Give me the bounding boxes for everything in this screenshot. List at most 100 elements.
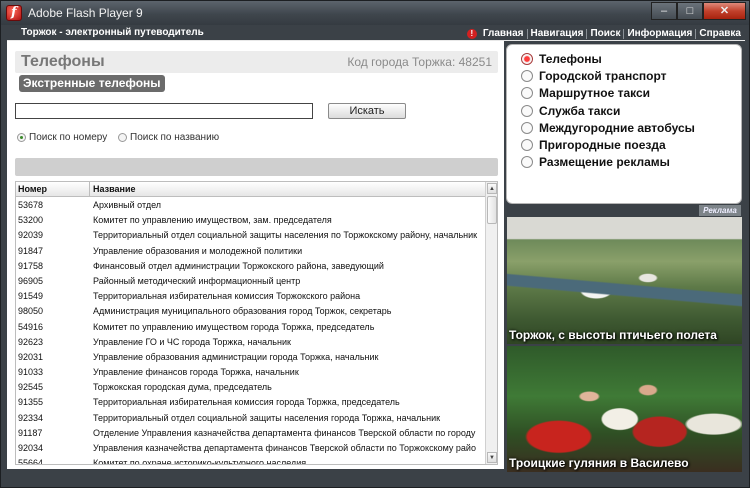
phone-number: 98050 [18, 306, 44, 317]
table-row[interactable]: 91187 Отделение Управления казначейства д… [16, 426, 486, 441]
radio-label: Поиск по названию [130, 132, 220, 143]
table-row[interactable]: 53678 Архивный отдел [16, 198, 486, 213]
bottom-frame [1, 477, 749, 487]
table-row[interactable]: 91758 Финансовый отдел администрации Торж… [16, 259, 486, 274]
menu-item[interactable]: Телефоны [521, 52, 602, 66]
radio-search-by-name[interactable]: Поиск по названию [118, 132, 219, 143]
table-row[interactable]: 91549 Территориальная избирательная комис… [16, 289, 486, 304]
menu-item-label: Телефоны [539, 52, 602, 66]
menu-item[interactable]: Пригородные поезда [521, 138, 666, 152]
page-title: Телефоны [21, 53, 105, 70]
nav-divider [623, 28, 625, 39]
nav-navigation[interactable]: Навигация [529, 28, 586, 39]
table-row[interactable]: 54916 Комитет по управлению имуществом го… [16, 320, 486, 335]
minimize-button[interactable]: – [651, 2, 677, 20]
nav-divider [695, 28, 697, 39]
top-nav: ! Главная Навигация Поиск Информация Спр… [466, 27, 743, 40]
flash-player-icon [6, 5, 22, 21]
phone-number: 91355 [18, 397, 44, 408]
emergency-phones-button[interactable]: Экстренные телефоны [19, 75, 165, 92]
organization-name: Комитет по управлению имуществом города … [93, 321, 375, 332]
organization-name: Архивный отдел [93, 200, 162, 210]
nav-help[interactable]: Справка [697, 28, 743, 39]
table-row[interactable]: 92039 Территориальный отдел социальной за… [16, 228, 486, 243]
table-row[interactable]: 55664 Комитет по охране историко-культурн… [16, 456, 486, 465]
table-row[interactable]: 92623 Управление ГО и ЧС города Торжка, н… [16, 335, 486, 350]
menu-item-label: Размещение рекламы [539, 155, 670, 170]
phone-number: 92034 [18, 443, 44, 453]
radio-label: Поиск по номеру [29, 132, 108, 143]
table-scrollbar[interactable]: ▲ ▼ [485, 182, 497, 464]
window-title: Adobe Flash Player 9 [28, 6, 143, 20]
table-row[interactable]: 91847 Управление образования и молодежной… [16, 244, 486, 259]
phone-number: 55664 [18, 458, 44, 465]
ad-photo-festival[interactable]: Троицкие гуляния в Василево [507, 346, 742, 472]
table-row[interactable]: 92545 Торжокская городская дума, председа… [16, 380, 486, 395]
organization-name: Торжокская городская дума, председатель [93, 382, 272, 393]
radio-selected-icon [521, 53, 533, 65]
phone-number: 92031 [18, 351, 44, 362]
menu-item[interactable]: Размещение рекламы [521, 155, 670, 169]
close-button[interactable]: ✕ [703, 2, 746, 20]
nav-information[interactable]: Информация [625, 28, 694, 39]
organization-name: Комитет по охране историко-культурного н… [93, 458, 307, 465]
nav-home[interactable]: Главная [481, 28, 526, 39]
organization-name: Территориальная избирательная комиссия г… [93, 397, 400, 408]
radio-empty-icon [521, 104, 533, 117]
scroll-thumb[interactable] [487, 196, 497, 224]
table-row[interactable]: 92034 Управления казначейства департамент… [16, 441, 486, 456]
table-row[interactable]: 91033 Управление финансов города Торжка, … [16, 365, 486, 380]
phone-number: 92623 [18, 336, 44, 347]
nav-divider [586, 28, 588, 39]
organization-name: Управление финансов города Торжка, начал… [93, 367, 299, 378]
menu-item[interactable]: Междугородние автобусы [521, 121, 695, 135]
scroll-up-icon[interactable]: ▲ [487, 183, 497, 194]
organization-name: Управление образования администрации гор… [93, 351, 379, 362]
radio-search-by-number[interactable]: Поиск по номеру [17, 132, 107, 143]
menu-item[interactable]: Городской транспорт [521, 69, 667, 83]
column-header-name[interactable]: Название [93, 184, 135, 194]
phone-number: 53678 [18, 200, 44, 210]
menu-item[interactable]: Служба такси [521, 104, 620, 118]
city-code: Код города Торжка: 48251 [347, 55, 492, 69]
ads-label: Реклама [699, 205, 741, 216]
organization-name: Районный методический информационный цен… [93, 275, 301, 286]
organization-name: Финансовый отдел администрации Торжокско… [93, 260, 384, 271]
maximize-button[interactable]: □ [677, 2, 703, 20]
title-bar: Adobe Flash Player 9 – □ ✕ [1, 1, 749, 25]
table-row[interactable]: 92031 Управление образования администраци… [16, 350, 486, 365]
table-row[interactable]: 98050 Администрация муниципального образо… [16, 304, 486, 319]
app-window: Adobe Flash Player 9 – □ ✕ Торжок - элек… [0, 0, 750, 488]
phones-table: Номер Название 53678 Архивный отдел 53200 К… [15, 181, 498, 465]
table-row[interactable]: 91355 Территориальная избирательная комис… [16, 395, 486, 410]
organization-name: Территориальный отдел социальной защиты … [93, 230, 478, 241]
menu-item[interactable]: Маршрутное такси [521, 86, 650, 100]
table-body: 53678 Архивный отдел 53200 Комитет по управ… [16, 198, 486, 465]
nav-search[interactable]: Поиск [588, 28, 622, 39]
app-header: Торжок - электронный путеводитель ! Глав… [7, 27, 745, 40]
table-row[interactable]: 96905 Районный методический информационны… [16, 274, 486, 289]
warning-icon[interactable]: ! [466, 28, 477, 39]
radio-empty-icon [521, 139, 533, 151]
photo-caption: Торжок, с высоты птичьего полета [509, 328, 717, 342]
results-bar [15, 158, 498, 176]
phones-panel: Телефоны Код города Торжка: 48251 Экстре… [7, 41, 504, 469]
menu-item-label: Городской транспорт [539, 69, 667, 84]
ad-photo-torzhok-aerial[interactable]: Торжок, с высоты птичьего полета [507, 217, 742, 344]
column-header-number[interactable]: Номер [18, 184, 47, 194]
table-row[interactable]: 92334 Территориальный отдел социальной за… [16, 411, 486, 426]
phone-number: 91758 [18, 260, 44, 271]
menu-item-label: Пригородные поезда [539, 138, 666, 152]
photo-caption: Троицкие гуляния в Василево [509, 456, 689, 470]
phone-number: 92334 [18, 412, 44, 423]
search-button[interactable]: Искать [328, 103, 406, 119]
phone-number: 91549 [18, 291, 44, 302]
scroll-down-icon[interactable]: ▼ [487, 452, 497, 463]
table-row[interactable]: 53200 Комитет по управлению имуществом, з… [16, 213, 486, 228]
radio-empty-icon [521, 121, 533, 134]
column-divider [89, 182, 90, 197]
organization-name: Отделение Управления казначейства департ… [93, 427, 476, 438]
organization-name: Администрация муниципального образования… [93, 306, 392, 317]
search-input[interactable] [15, 103, 313, 119]
phone-number: 54916 [18, 321, 44, 332]
